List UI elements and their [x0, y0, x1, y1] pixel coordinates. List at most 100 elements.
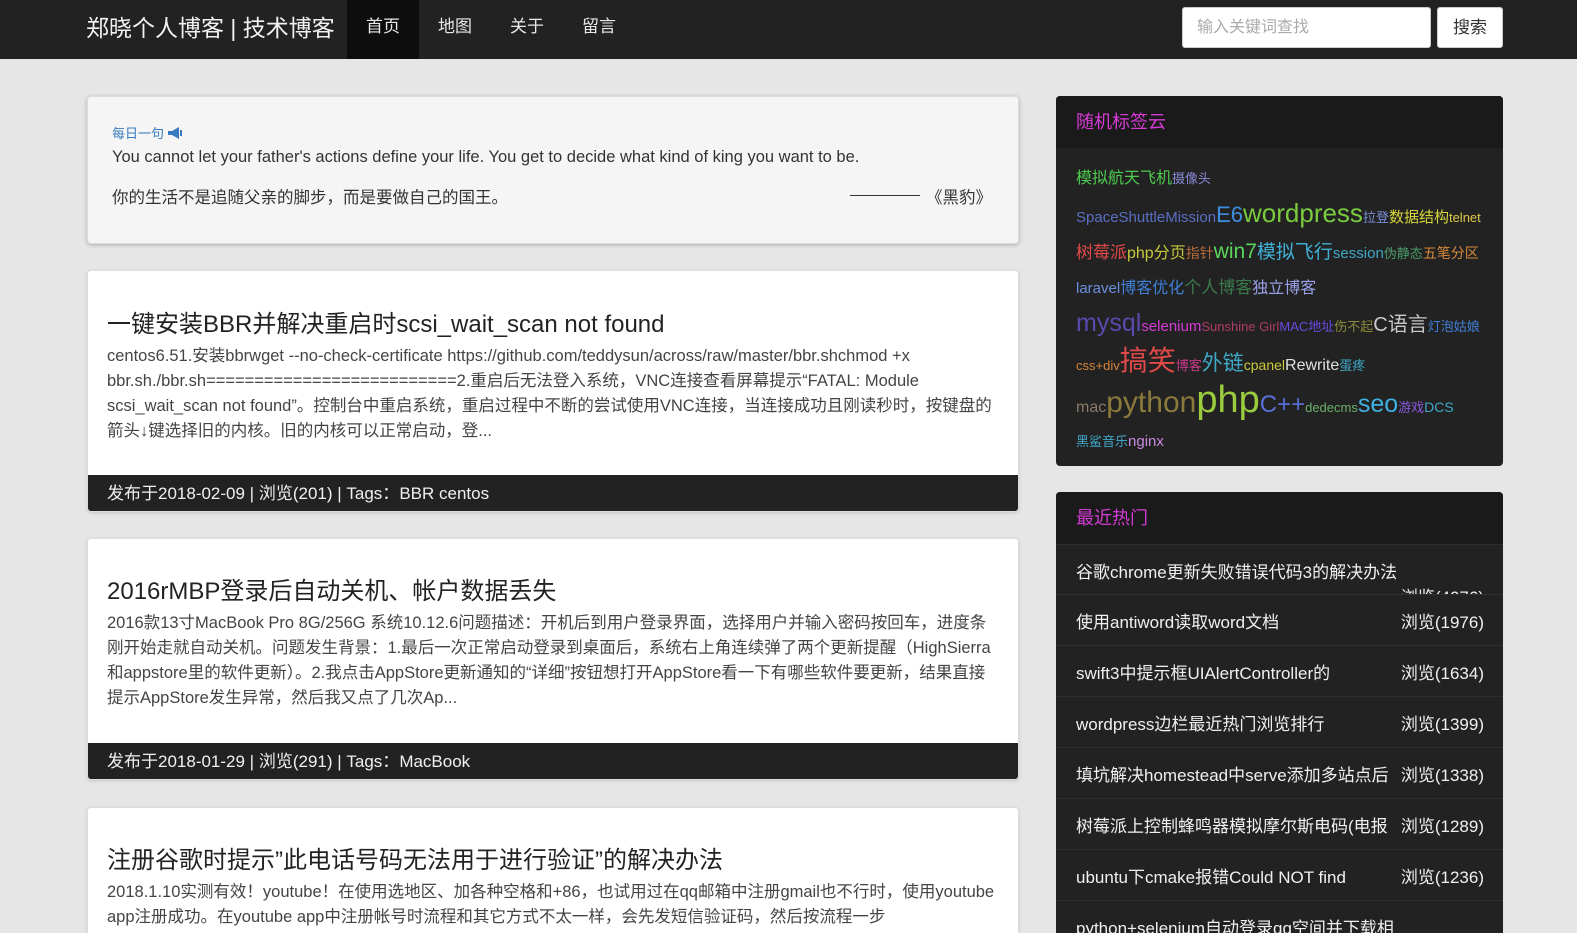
hot-post-row[interactable]: python+selenium自动登录qq空间并下载相: [1056, 900, 1503, 933]
post-tags-label: | Tags：: [337, 752, 400, 771]
hot-posts-panel: 最近热门 谷歌chrome更新失败错误代码3的解决办法 浏览(4076) 使用a…: [1056, 492, 1503, 933]
tag-cloud-link[interactable]: 外链: [1202, 352, 1244, 375]
tag-cloud-link[interactable]: 伤不起: [1334, 319, 1373, 334]
post-title[interactable]: 一键安装BBR并解决重启时scsi_wait_scan not found: [107, 304, 665, 339]
tag-cloud-link[interactable]: 黑鲨音乐: [1076, 434, 1128, 449]
tag-cloud-link[interactable]: mac: [1076, 399, 1106, 416]
tag-cloud-link[interactable]: session: [1333, 245, 1384, 262]
hot-post-title[interactable]: swift3中提示框UIAlertController的: [1076, 659, 1396, 684]
tag-cloud-link[interactable]: 伪静态: [1384, 246, 1423, 261]
tag-cloud-link[interactable]: win7: [1214, 240, 1257, 263]
tag-cloud-link[interactable]: C++: [1260, 391, 1305, 418]
tag-cloud-link[interactable]: 博客优化: [1120, 280, 1184, 297]
tag-cloud-panel: 随机标签云 模拟航天飞机摄像头 SpaceShuttleMissionE6word…: [1056, 96, 1503, 466]
hot-post-row[interactable]: 填坑解决homestead中serve添加多站点后 浏览(1338): [1056, 747, 1503, 798]
tag-cloud-link[interactable]: 搞笑: [1120, 345, 1176, 376]
tag-cloud-link[interactable]: php: [1196, 379, 1259, 421]
post-excerpt: 2016款13寸MacBook Pro 8G/256G 系统10.12.6问题描…: [107, 614, 991, 707]
nav-home[interactable]: 首页: [347, 0, 419, 59]
tag-cloud-link[interactable]: 指针: [1186, 245, 1214, 261]
post-card: 2016rMBP登录后自动关机、帐户数据丢失 2016款13寸MacBook P…: [87, 538, 1019, 780]
hot-post-row[interactable]: wordpress边栏最近热门浏览排行 浏览(1399): [1056, 696, 1503, 747]
tag-cloud-link[interactable]: E6: [1216, 202, 1243, 227]
nav-map[interactable]: 地图: [419, 0, 491, 59]
post-tags[interactable]: BBR centos: [399, 484, 489, 503]
tag-cloud-link[interactable]: Sunshine Girl: [1201, 319, 1279, 334]
hot-post-title[interactable]: 填坑解决homestead中serve添加多站点后: [1076, 761, 1396, 786]
tag-cloud-link[interactable]: php分页: [1127, 245, 1186, 262]
hot-post-row[interactable]: 谷歌chrome更新失败错误代码3的解决办法 浏览(4076): [1056, 544, 1503, 607]
post-card: 注册谷歌时提示”此电话号码无法用于进行验证”的解决办法 2018.1.10实测有…: [87, 807, 1019, 933]
hot-post-row[interactable]: ubuntu下cmake报错Could NOT find 浏览(1236): [1056, 849, 1503, 900]
nav-about[interactable]: 关于: [491, 0, 563, 59]
hot-post-title[interactable]: python+selenium自动登录qq空间并下载相: [1076, 914, 1396, 933]
tag-cloud-link[interactable]: 模拟航天飞机: [1076, 170, 1172, 187]
tag-cloud-link[interactable]: mysql: [1076, 309, 1141, 337]
post-title[interactable]: 2016rMBP登录后自动关机、帐户数据丢失: [107, 571, 556, 606]
hot-post-title[interactable]: 树莓派上控制蜂鸣器模拟摩尔斯电码(电报: [1076, 812, 1396, 837]
post-card: 一键安装BBR并解决重启时scsi_wait_scan not found ce…: [87, 270, 1019, 512]
tag-cloud-link[interactable]: 拉登: [1363, 210, 1389, 225]
tag-cloud-link[interactable]: seo: [1358, 390, 1398, 418]
hot-post-views: 浏览(1289): [1400, 817, 1484, 836]
post-date: 发布于2018-01-29 |: [107, 752, 259, 771]
hot-post-views: 浏览(1399): [1400, 715, 1484, 734]
quote-english: You cannot let your father's actions def…: [112, 148, 860, 166]
post-meta: 发布于2018-02-09 | 浏览(201) | Tags：BBR cento…: [88, 475, 1018, 511]
tag-cloud-link[interactable]: selenium: [1141, 318, 1201, 335]
tag-cloud-link[interactable]: python: [1106, 386, 1196, 419]
search-input[interactable]: [1182, 7, 1431, 48]
daily-quote-label: 每日一句: [112, 123, 183, 142]
tag-cloud-link[interactable]: telnet: [1449, 210, 1481, 225]
post-title[interactable]: 注册谷歌时提示”此电话号码无法用于进行验证”的解决办法: [107, 840, 723, 875]
post-meta: 发布于2018-01-29 | 浏览(291) | Tags：MacBook: [88, 743, 1018, 779]
tag-cloud-link[interactable]: 摄像头: [1172, 171, 1211, 186]
tag-cloud-link[interactable]: 树莓派: [1076, 243, 1127, 262]
tag-cloud-link[interactable]: 蛋疼: [1339, 358, 1365, 373]
tag-cloud-link[interactable]: 个人博客: [1184, 278, 1252, 297]
tag-cloud-link[interactable]: 娘: [1467, 319, 1480, 334]
daily-quote-box: 每日一句 You cannot let your father's action…: [87, 96, 1019, 244]
tag-cloud-title: 随机标签云: [1056, 96, 1503, 148]
tag-cloud-link[interactable]: dedecms: [1305, 400, 1358, 415]
post-tags-label: | Tags：: [337, 484, 400, 503]
hot-post-row[interactable]: swift3中提示框UIAlertController的 浏览(1634): [1056, 645, 1503, 696]
hot-post-views: 浏览(1236): [1400, 868, 1484, 887]
daily-quote-label-text: 每日一句: [112, 126, 165, 141]
tag-cloud-link[interactable]: 独立博客: [1252, 280, 1316, 297]
quote-chinese: 你的生活不是追随父亲的脚步，而是要做自己的国王。: [112, 189, 508, 207]
tag-cloud-link[interactable]: 灯泡姑: [1428, 319, 1467, 334]
hot-post-row[interactable]: 使用antiword读取word文档 浏览(1976): [1056, 594, 1503, 645]
tag-cloud-link[interactable]: Rewrite: [1285, 357, 1339, 374]
tag-cloud-link[interactable]: 游戏: [1398, 400, 1424, 415]
tag-cloud-link[interactable]: 数据结构: [1389, 209, 1449, 226]
quote-dash: [850, 195, 920, 196]
hot-post-title[interactable]: 谷歌chrome更新失败错误代码3的解决办法: [1076, 558, 1396, 583]
nav-guestbook[interactable]: 留言: [563, 0, 635, 59]
search-button[interactable]: 搜索: [1437, 7, 1503, 48]
post-excerpt: centos6.51.安装bbrwget --no-check-certific…: [107, 347, 992, 440]
tag-cloud-link[interactable]: SpaceShuttleMission: [1076, 209, 1216, 226]
tag-cloud-link[interactable]: laravel: [1076, 280, 1120, 297]
post-date: 发布于2018-02-09 |: [107, 484, 259, 503]
tag-cloud-link[interactable]: nginx: [1128, 433, 1164, 450]
hot-posts-title: 最近热门: [1056, 492, 1503, 544]
hot-post-title[interactable]: ubuntu下cmake报错Could NOT find: [1076, 863, 1396, 888]
hot-post-title[interactable]: 使用antiword读取word文档: [1076, 608, 1396, 633]
quote-source: 《黑豹》: [926, 189, 992, 207]
hot-post-title[interactable]: wordpress边栏最近热门浏览排行: [1076, 710, 1396, 735]
tag-cloud-link[interactable]: 模拟飞行: [1257, 242, 1333, 263]
tag-cloud-link[interactable]: MAC地址: [1279, 319, 1334, 334]
tag-cloud-link[interactable]: cpanel: [1244, 357, 1285, 373]
megaphone-icon: [168, 127, 183, 139]
tag-cloud-link[interactable]: DCS: [1424, 399, 1454, 415]
site-brand[interactable]: 郑晓个人博客 | 技术博客: [86, 13, 335, 43]
tag-cloud-link[interactable]: 博客: [1176, 358, 1202, 373]
tag-cloud-link[interactable]: C语言: [1373, 314, 1427, 336]
post-tags[interactable]: MacBook: [399, 752, 470, 771]
tag-cloud-link[interactable]: 五笔分区: [1423, 245, 1479, 261]
hot-post-row[interactable]: 树莓派上控制蜂鸣器模拟摩尔斯电码(电报 浏览(1289): [1056, 798, 1503, 849]
hot-post-views: 浏览(1338): [1400, 766, 1484, 785]
tag-cloud-link[interactable]: css+div: [1076, 358, 1120, 373]
tag-cloud-link[interactable]: wordpress: [1243, 198, 1363, 228]
